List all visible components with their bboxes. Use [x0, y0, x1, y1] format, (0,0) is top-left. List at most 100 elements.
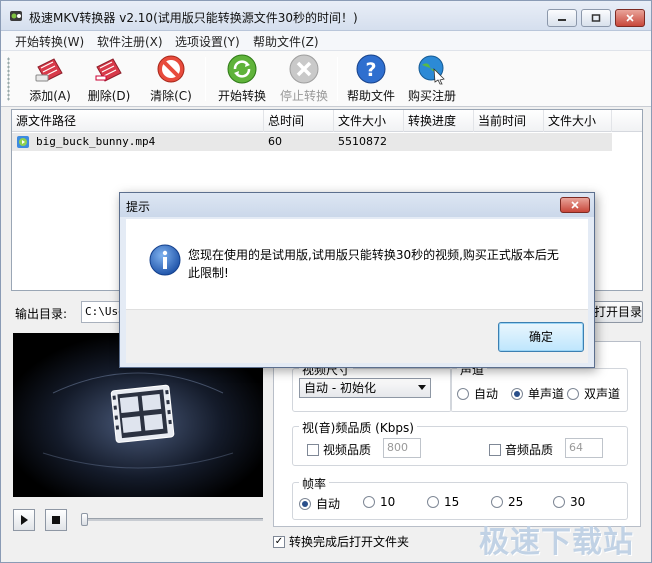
channel-mono-label: 单声道	[528, 387, 565, 401]
channel-auto-label: 自动	[474, 387, 499, 401]
toolbar: 添加(A) 删除(D) 清除(C) 开始转换 停止转换 ? 帮助文件 购买注册	[1, 51, 651, 107]
column-file-size[interactable]: 文件大小	[334, 110, 404, 132]
menu-help[interactable]: 帮助文件(Z)	[253, 33, 319, 50]
open-folder-after-checkbox[interactable]: ✓ 转换完成后打开文件夹	[273, 533, 409, 550]
toolbar-separator	[205, 57, 206, 101]
channel-mono-radio[interactable]: 单声道	[511, 385, 564, 402]
menu-options[interactable]: 选项设置(Y)	[175, 33, 240, 50]
video-quality-label: 视频品质	[323, 443, 372, 457]
add-label: 添加(A)	[29, 89, 71, 103]
help-label: 帮助文件	[346, 89, 395, 103]
framerate-15-radio[interactable]: 15	[427, 495, 459, 509]
menu-register[interactable]: 软件注册(X)	[97, 33, 163, 50]
delete-label: 删除(D)	[87, 89, 131, 103]
help-button[interactable]: ? 帮助文件	[345, 53, 397, 105]
close-button[interactable]	[615, 9, 645, 27]
maximize-icon	[591, 14, 601, 22]
dialog-message: 您现在使用的是试用版,试用版只能转换30秒的视频,购买正式版本后无此限制!	[188, 248, 559, 280]
audio-quality-checkbox[interactable]: 音频品质	[489, 441, 553, 458]
framerate-30-label: 30	[570, 495, 586, 509]
dialog-title: 提示	[126, 200, 151, 214]
ok-button[interactable]: 确定	[498, 322, 584, 352]
play-icon	[21, 515, 28, 525]
stop-button[interactable]	[45, 509, 67, 531]
framerate-10-radio[interactable]: 10	[363, 495, 395, 509]
delete-button[interactable]: 删除(D)	[85, 53, 133, 105]
column-source-path[interactable]: 源文件路径	[12, 110, 264, 132]
stop-convert-button[interactable]: 停止转换	[277, 53, 331, 105]
audio-quality-label: 音频品质	[505, 443, 554, 457]
window-title: 极速MKV转换器 v2.10(试用版只能转换源文件30秒的时间！)	[29, 11, 358, 25]
radio-dot	[511, 387, 523, 400]
radio-dot	[567, 387, 579, 400]
cell-size: 5510872	[338, 135, 387, 148]
column-total-time[interactable]: 总时间	[264, 110, 334, 132]
quality-title: 视(音)频品质 (Kbps)	[299, 419, 417, 436]
buy-globe-icon	[418, 55, 445, 85]
cell-current-time	[474, 133, 478, 151]
framerate-30-radio[interactable]: 30	[553, 495, 585, 509]
minimize-button[interactable]	[547, 9, 577, 27]
stop-icon	[52, 516, 60, 524]
column-output-size[interactable]: 文件大小	[544, 110, 612, 132]
title-bar: 极速MKV转换器 v2.10(试用版只能转换源文件30秒的时间！)	[1, 1, 651, 31]
audio-quality-input[interactable]: 64	[565, 438, 603, 458]
checkbox-checked-icon: ✓	[273, 535, 285, 548]
dialog-title-bar: 提示	[120, 193, 594, 217]
stop-convert-icon	[289, 54, 319, 84]
close-icon	[571, 201, 579, 209]
dialog-close-button[interactable]	[560, 197, 590, 213]
watermark-text: 极速下载站	[479, 525, 634, 560]
video-file-icon	[17, 136, 29, 148]
start-convert-icon	[227, 54, 257, 84]
output-dir-field[interactable]: C:\Users	[81, 301, 121, 323]
framerate-25-label: 25	[508, 495, 524, 509]
video-size-value: 自动 - 初始化	[304, 381, 376, 395]
menu-start-convert[interactable]: 开始转换(W)	[15, 33, 84, 50]
play-button[interactable]	[13, 509, 35, 531]
framerate-15-label: 15	[444, 495, 460, 509]
video-quality-checkbox[interactable]: 视频品质	[307, 441, 371, 458]
close-icon	[626, 14, 634, 22]
menu-bar: 开始转换(W) 软件注册(X) 选项设置(Y) 帮助文件(Z)	[1, 31, 651, 51]
stop-convert-label: 停止转换	[279, 89, 328, 103]
seek-track	[83, 518, 263, 521]
buy-register-label: 购买注册	[407, 89, 456, 103]
framerate-auto-radio[interactable]: 自动	[299, 495, 340, 512]
trial-dialog: 提示 您现在使用的是试用版,试用版只能转换30秒的视频,购买正式版本后无此限制!	[119, 192, 595, 368]
video-quality-input[interactable]: 800	[383, 438, 421, 458]
cell-total-time: 60	[268, 135, 282, 148]
start-convert-button[interactable]: 开始转换	[215, 53, 269, 105]
add-button[interactable]: 添加(A)	[27, 53, 73, 105]
buy-register-button[interactable]: 购买注册	[405, 53, 459, 105]
maximize-button[interactable]	[581, 9, 611, 27]
file-list-header: 源文件路径 总时间 文件大小 转换进度 当前时间 文件大小	[12, 110, 642, 132]
seek-slider[interactable]	[81, 513, 265, 526]
channel-stereo-radio[interactable]: 双声道	[567, 385, 620, 402]
column-current-time[interactable]: 当前时间	[474, 110, 544, 132]
table-row[interactable]: big_buck_bunny.mp4 60 5510872	[12, 133, 612, 151]
seek-thumb[interactable]	[81, 513, 88, 526]
app-logo-icon	[10, 11, 22, 21]
framerate-25-radio[interactable]: 25	[491, 495, 523, 509]
column-progress[interactable]: 转换进度	[404, 110, 474, 132]
channel-stereo-label: 双声道	[584, 387, 621, 401]
toolbar-separator	[337, 57, 338, 101]
main-window: 极速MKV转换器 v2.10(试用版只能转换源文件30秒的时间！) 开始转换(W…	[0, 0, 652, 563]
clear-button[interactable]: 清除(C)	[147, 53, 195, 105]
checkbox-box	[307, 443, 319, 456]
radio-dot	[457, 387, 469, 400]
radio-dot	[363, 496, 375, 508]
framerate-title: 帧率	[299, 475, 330, 492]
framerate-10-label: 10	[380, 495, 396, 509]
cell-out-size	[544, 133, 548, 151]
open-dir-button[interactable]: 打开目录	[587, 301, 643, 323]
minimize-icon	[558, 19, 566, 21]
add-film-icon	[35, 58, 63, 82]
checkbox-box	[489, 443, 501, 456]
channel-auto-radio[interactable]: 自动	[457, 385, 498, 402]
framerate-auto-label: 自动	[316, 497, 341, 511]
video-size-select[interactable]: 自动 - 初始化	[299, 378, 431, 398]
output-dir-label: 输出目录:	[15, 307, 68, 321]
delete-film-icon	[95, 58, 122, 82]
